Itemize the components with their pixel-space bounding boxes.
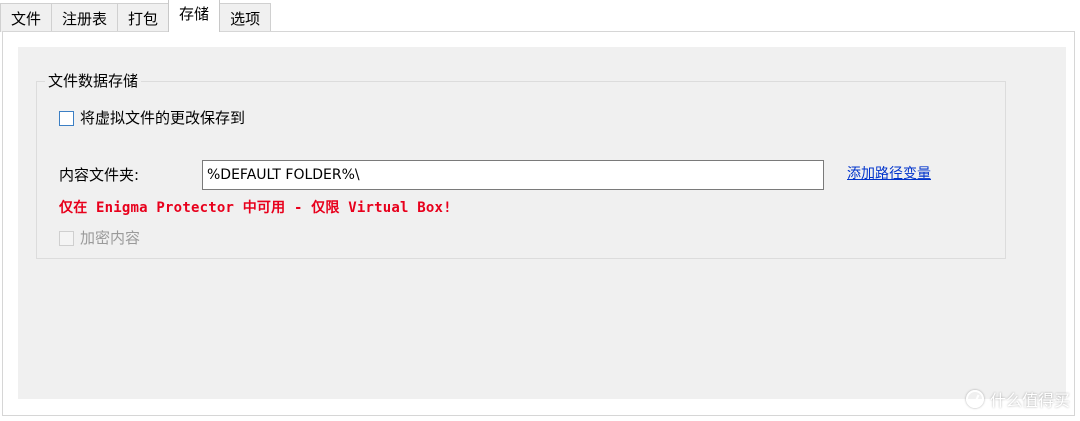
tab-strip: 文件 注册表 打包 存储 选项 (0, 0, 272, 32)
tab-files[interactable]: 文件 (0, 3, 53, 32)
storage-panel: 文件数据存储 将虚拟文件的更改保存到 内容文件夹: 添加路径变量 仅在 Enig… (18, 47, 1066, 399)
content-folder-label: 内容文件夹: (59, 166, 140, 184)
content-folder-input[interactable] (202, 160, 824, 190)
add-path-variable-link[interactable]: 添加路径变量 (847, 164, 931, 184)
encrypt-content-checkbox (59, 230, 74, 246)
tab-page-storage: 文件数据存储 将虚拟文件的更改保存到 内容文件夹: 添加路径变量 仅在 Enig… (2, 31, 1075, 416)
save-changes-label[interactable]: 将虚拟文件的更改保存到 (80, 108, 245, 128)
app-window: 文件 注册表 打包 存储 选项 文件数据存储 将虚拟文件的更改保存到 内容文件夹… (0, 0, 1080, 421)
file-data-storage-group: 文件数据存储 将虚拟文件的更改保存到 内容文件夹: 添加路径变量 仅在 Enig… (36, 71, 1006, 259)
tab-storage[interactable]: 存储 (168, 0, 221, 32)
smzdm-logo-icon (965, 390, 984, 408)
save-changes-checkbox[interactable] (59, 110, 74, 126)
watermark-text: 什么值得买 (989, 391, 1070, 410)
enigma-only-warning: 仅在 Enigma Protector 中可用 - 仅限 Virtual Box… (59, 200, 452, 216)
watermark: 什么值得买 (965, 387, 1070, 411)
save-changes-row[interactable]: 将虚拟文件的更改保存到 (59, 108, 245, 128)
group-title: 文件数据存储 (45, 71, 142, 91)
encrypt-content-label: 加密内容 (80, 229, 141, 247)
encrypt-content-row: 加密内容 (59, 228, 140, 248)
tab-options[interactable]: 选项 (219, 3, 272, 32)
tab-packaging[interactable]: 打包 (117, 3, 170, 32)
tab-registry[interactable]: 注册表 (51, 3, 119, 32)
